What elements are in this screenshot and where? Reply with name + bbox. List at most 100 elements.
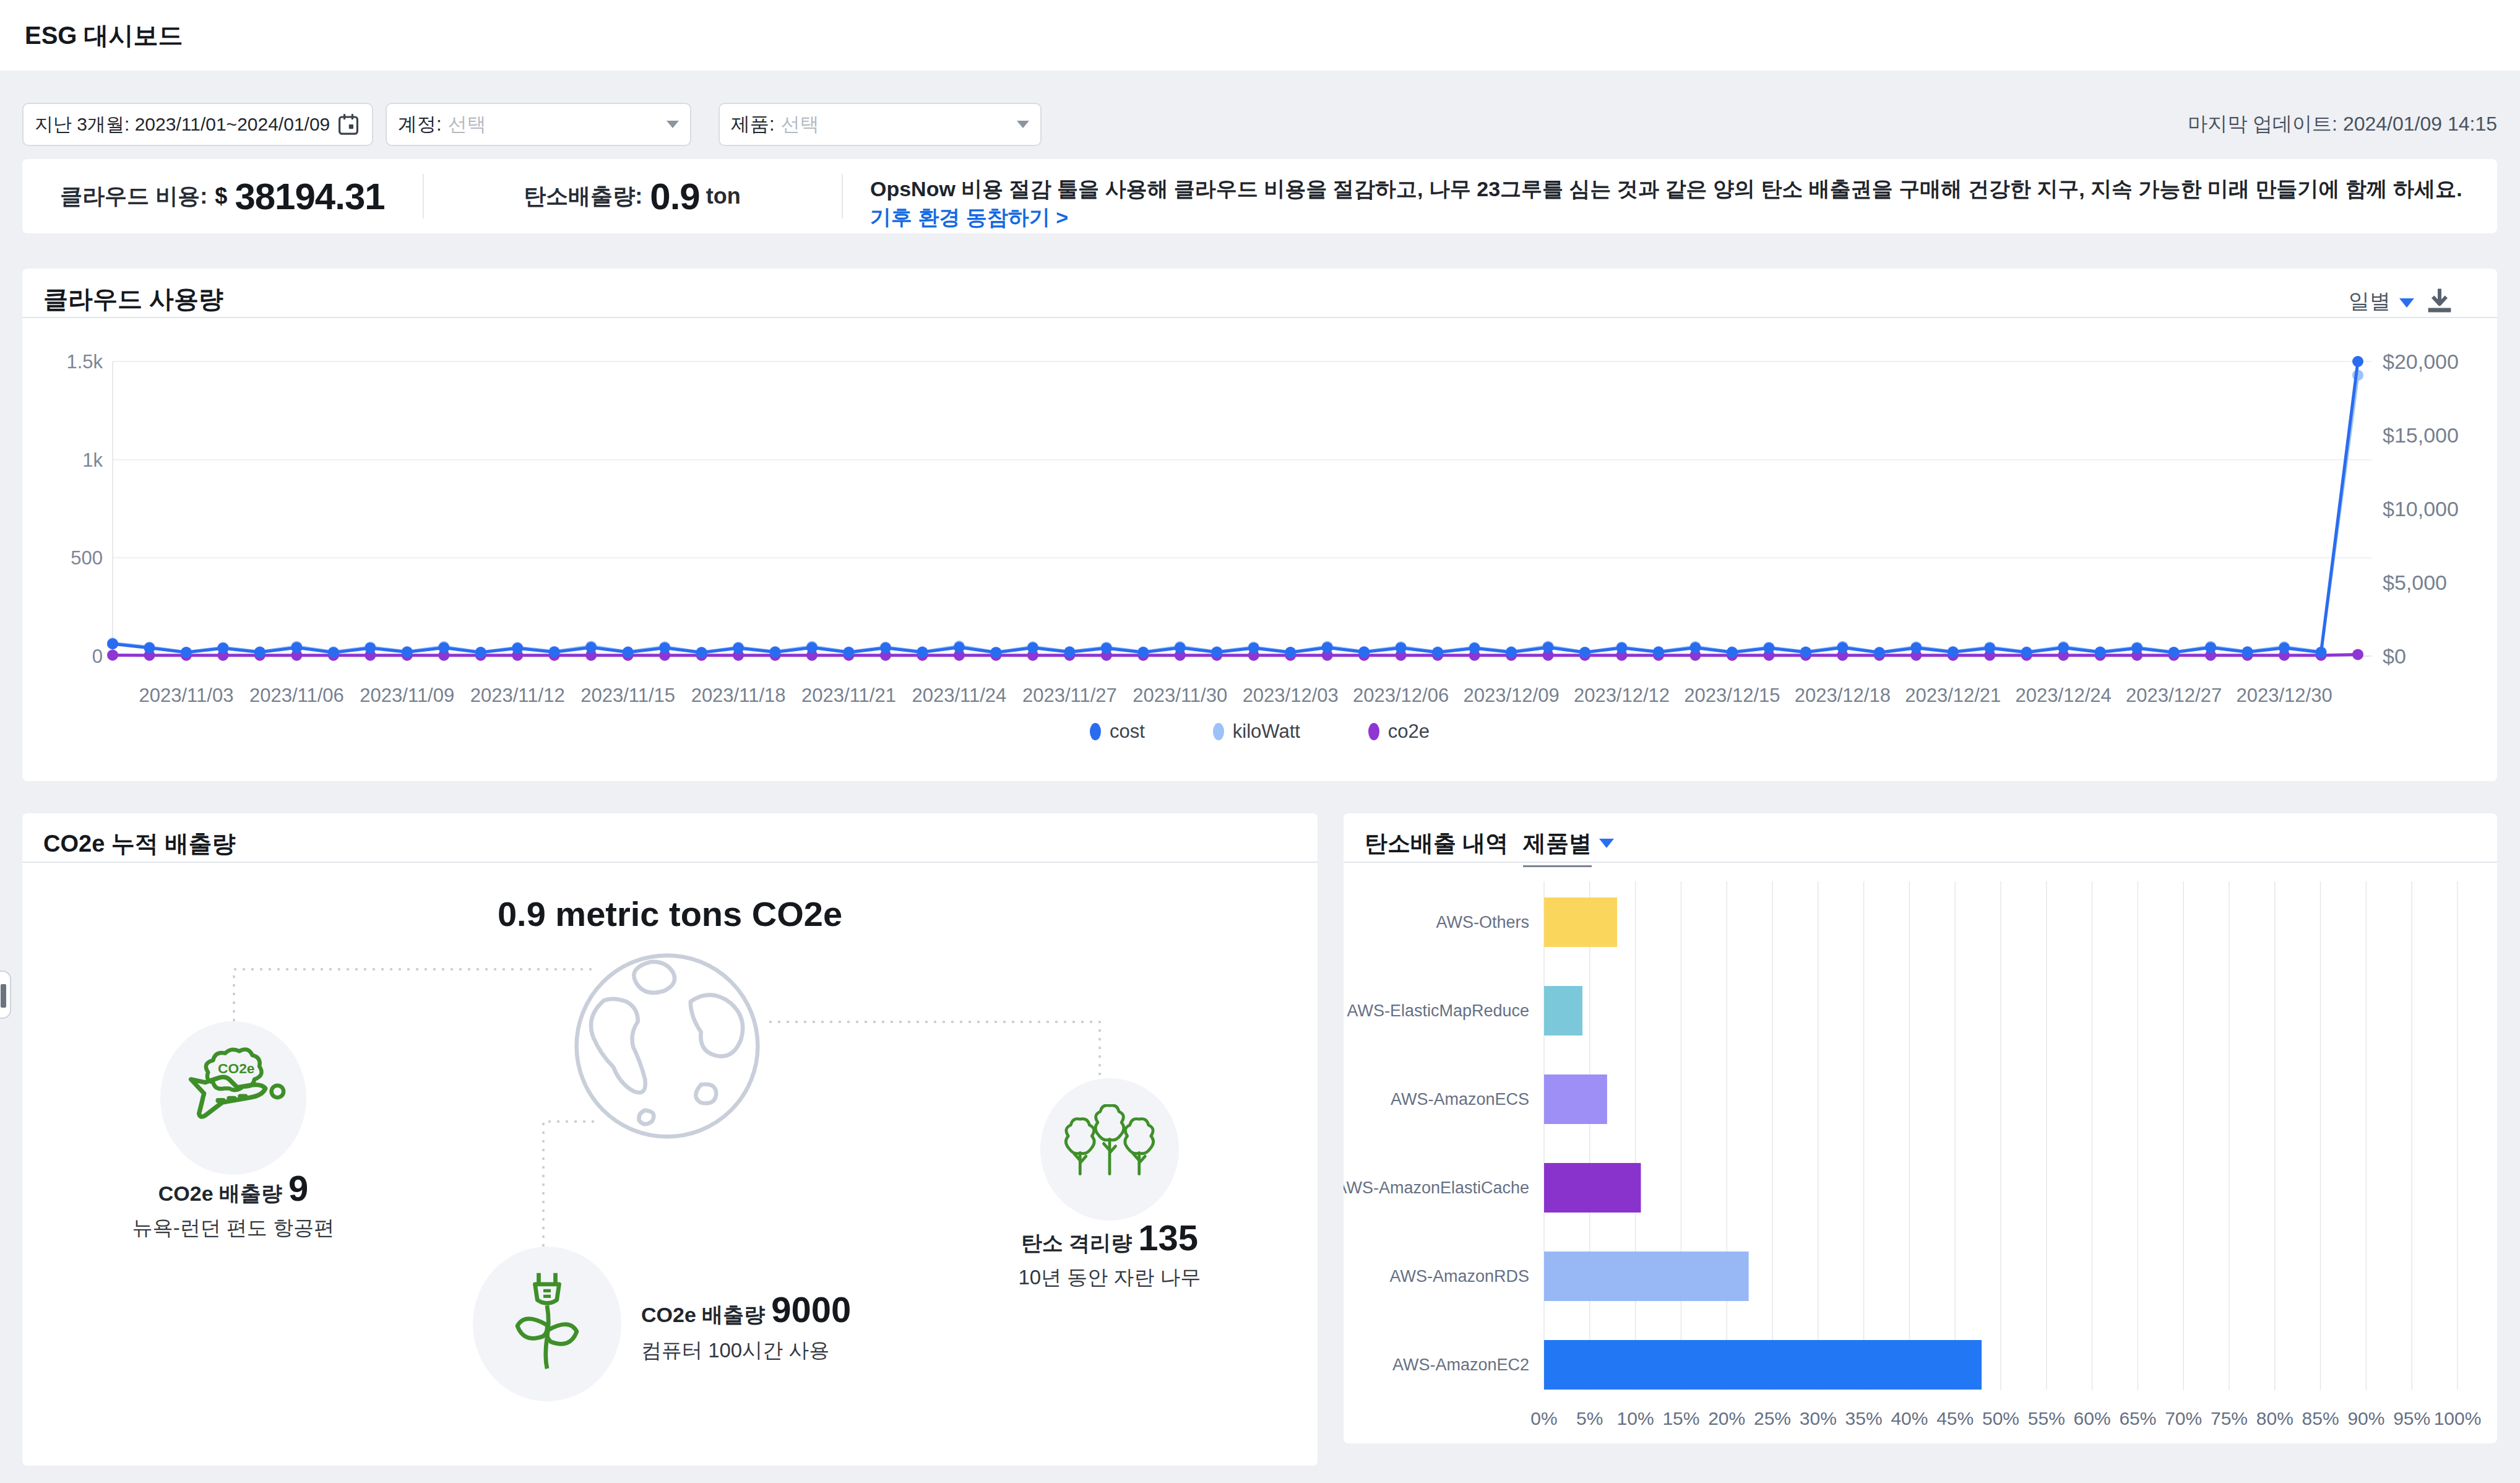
- x-axis-tick: 75%: [2211, 1408, 2248, 1429]
- data-point-cost: [1579, 647, 1590, 658]
- x-axis-tick: 2023/12/12: [1574, 685, 1670, 706]
- product-select[interactable]: 제품: 선택: [718, 103, 1042, 146]
- drawer-handle[interactable]: [0, 971, 11, 1019]
- data-point-cost: [2279, 642, 2290, 654]
- bar-AWS-AmazonRDS: [1544, 1252, 1749, 1301]
- data-point-cost: [1506, 647, 1517, 658]
- x-axis-tick: 2023/12/30: [2236, 685, 2332, 706]
- computer-value: 9000: [771, 1289, 851, 1330]
- data-point-cost: [880, 642, 891, 654]
- legend-cost[interactable]: cost: [1090, 720, 1145, 743]
- data-point-cost: [1137, 647, 1149, 658]
- trees-stat: 탄소 격리량 135: [955, 1217, 1264, 1258]
- flight-stat: CO2e 배출량 9: [79, 1167, 388, 1209]
- bar-label: AWS-Others: [1436, 913, 1529, 932]
- usage-card: 클라우드 사용량 일별 1.5k1k5000$20,000$15,000$10,…: [22, 269, 2497, 781]
- x-axis-tick: 70%: [2165, 1408, 2202, 1429]
- drawer-handle-icon: [1, 984, 6, 1008]
- data-point-cost: [107, 638, 118, 649]
- right-axis-tick: $10,000: [2383, 497, 2459, 521]
- legend-co2e[interactable]: co2e: [1368, 720, 1430, 743]
- trees-value: 135: [1138, 1217, 1198, 1258]
- data-point-cost: [2205, 642, 2216, 653]
- data-point-cost: [1101, 642, 1112, 654]
- data-point-cost: [1616, 642, 1627, 654]
- data-point-cost: [365, 642, 376, 654]
- computer-label: CO2e 배출량: [641, 1301, 765, 1330]
- account-select[interactable]: 계정: 선택: [386, 103, 691, 146]
- x-axis-tick: 2023/11/12: [470, 685, 565, 706]
- trees-icon: [1063, 1104, 1156, 1185]
- series-line-kiloWatt: [113, 375, 2358, 652]
- x-axis-tick: 15%: [1662, 1408, 1699, 1429]
- co2e-card: CO2e 누적 배출량 0.9 metric tons CO2e CO2e CO…: [22, 813, 1318, 1466]
- data-point-cost: [181, 647, 192, 658]
- bar-AWS-Others: [1544, 897, 1617, 947]
- x-axis-tick: 2023/11/03: [139, 685, 234, 706]
- date-range-value: 지난 3개월: 2023/11/01~2024/01/09: [35, 112, 330, 137]
- data-point-cost: [2095, 647, 2106, 658]
- x-axis-tick: 80%: [2256, 1408, 2293, 1429]
- svg-text:CO2e: CO2e: [218, 1060, 254, 1076]
- emission-bar-chart: 0%5%10%15%20%25%30%35%40%45%50%55%60%65%…: [1344, 813, 2497, 1443]
- x-axis-tick: 2023/12/18: [1795, 685, 1891, 706]
- data-point-cost: [1248, 642, 1259, 654]
- right-axis-tick: $15,000: [2383, 423, 2459, 447]
- plug-leaf-icon: [501, 1265, 593, 1377]
- x-axis-tick: 2023/12/06: [1353, 685, 1449, 706]
- x-axis-tick: 50%: [1982, 1408, 2019, 1429]
- x-axis-tick: 2023/11/06: [249, 685, 344, 706]
- data-point-cost: [1543, 642, 1554, 653]
- x-axis-tick: 2023/12/21: [1905, 685, 2001, 706]
- x-axis-tick: 2023/11/15: [580, 685, 675, 706]
- computer-desc: 컴퓨터 100시간 사용: [641, 1337, 876, 1365]
- x-axis-tick: 100%: [2434, 1408, 2482, 1429]
- account-label: 계정:: [398, 111, 442, 137]
- data-point-cost: [585, 642, 597, 653]
- data-point-cost: [1763, 642, 1774, 654]
- page-header: ESG 대시보드: [0, 0, 2520, 71]
- data-point-cost: [806, 642, 818, 653]
- carbon-summary: 탄소배출량: 0.9 ton: [423, 159, 842, 233]
- data-point-cost: [291, 642, 302, 653]
- x-axis-tick: 60%: [2074, 1408, 2111, 1429]
- data-point-cost: [623, 647, 634, 658]
- chevron-down-icon: [667, 121, 679, 128]
- data-point-cost: [1211, 647, 1222, 658]
- summary-card: 클라우드 비용: $ 38194.31 탄소배출량: 0.9 ton OpsNo…: [22, 159, 2497, 233]
- legend-kilowatt[interactable]: kiloWatt: [1213, 720, 1300, 743]
- carbon-unit: ton: [706, 183, 741, 209]
- data-point-cost: [144, 642, 155, 654]
- x-axis-tick: 85%: [2302, 1408, 2339, 1429]
- legend-cost-label: cost: [1110, 720, 1145, 743]
- data-point-cost: [1984, 642, 1995, 654]
- x-axis-tick: 45%: [1936, 1408, 1974, 1429]
- data-point-cost: [1727, 647, 1738, 658]
- product-placeholder: 선택: [781, 111, 819, 137]
- date-range-picker[interactable]: 지난 3개월: 2023/11/01~2024/01/09: [22, 103, 373, 146]
- airplane-co2e-icon: CO2e: [174, 1036, 295, 1157]
- data-point-cost: [512, 642, 523, 654]
- data-point-cost: [1653, 647, 1664, 658]
- data-point-cost: [1469, 642, 1480, 654]
- x-axis-tick: 0%: [1530, 1408, 1557, 1429]
- data-point-cost: [1322, 642, 1333, 653]
- climate-link[interactable]: 기후 환경 동참하기 >: [870, 204, 1068, 232]
- flight-desc: 뉴욕-런던 편도 항공편: [79, 1214, 388, 1242]
- data-point-cost: [1396, 642, 1407, 654]
- data-point-cost: [217, 642, 228, 654]
- x-axis-tick: 2023/11/30: [1133, 685, 1227, 706]
- data-point-cost: [254, 647, 265, 658]
- left-axis-tick: 500: [71, 547, 103, 569]
- bar-label: AWS-AmazonEC2: [1392, 1355, 1529, 1374]
- right-axis-tick: $5,000: [2383, 571, 2447, 594]
- bar-label: AWS-ElasticMapReduce: [1347, 1001, 1529, 1020]
- right-axis-tick: $0: [2383, 644, 2406, 668]
- legend-kilowatt-label: kiloWatt: [1233, 720, 1300, 743]
- right-axis-tick: $20,000: [2383, 350, 2459, 373]
- data-point-cost: [1027, 642, 1038, 654]
- bar-label: AWS-AmazonECS: [1391, 1090, 1529, 1109]
- x-axis-tick: 2023/11/09: [360, 685, 454, 706]
- data-point-cost: [1285, 647, 1296, 658]
- data-point-cost: [2316, 647, 2327, 658]
